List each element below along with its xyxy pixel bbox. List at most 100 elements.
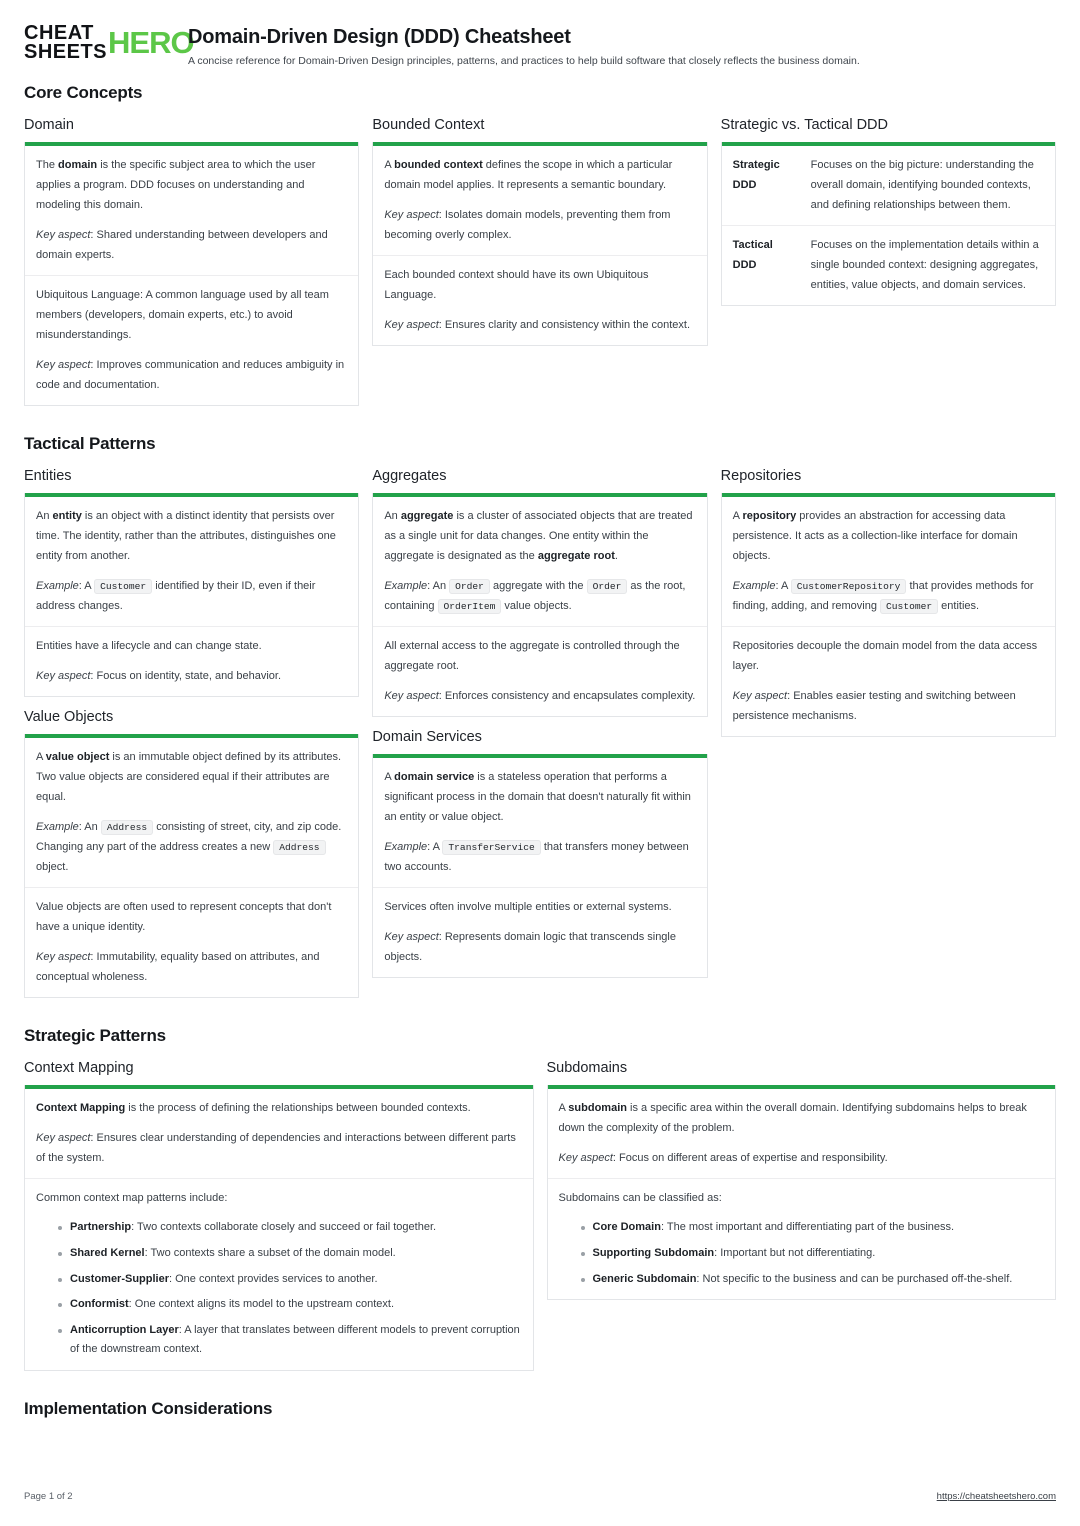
text-fragment: : Enforces consistency and encapsulates … bbox=[438, 690, 696, 703]
emphasis-label: Example bbox=[384, 580, 428, 593]
definition-table: Strategic DDD Focuses on the big picture… bbox=[721, 146, 1055, 305]
paragraph: A repository provides an abstraction for… bbox=[733, 506, 1044, 566]
card-segment: Context Mapping is the process of defini… bbox=[25, 1089, 533, 1180]
inline-code: Address bbox=[100, 820, 154, 836]
card-body: Context Mapping is the process of defini… bbox=[25, 1089, 533, 1370]
list-item: Customer-Supplier: One context provides … bbox=[58, 1270, 522, 1290]
list-item: Supporting Subdomain: Important but not … bbox=[580, 1244, 1045, 1264]
inline-code: Order bbox=[449, 579, 490, 595]
text-fragment: A bbox=[384, 771, 395, 784]
column-domain: Domain The domain is the specific subjec… bbox=[24, 117, 360, 418]
paragraph: A subdomain is a specific area within th… bbox=[559, 1098, 1045, 1138]
card-title-domain-services: Domain Services bbox=[372, 729, 482, 746]
card-segment: The domain is the specific subject area … bbox=[25, 146, 359, 277]
card-block-entities: Entities An entity is an object with a d… bbox=[24, 468, 360, 698]
bold-term: entity bbox=[52, 510, 82, 523]
inline-code: TransferService bbox=[442, 840, 541, 856]
card-segment: Common context map patterns include: Par… bbox=[25, 1179, 533, 1369]
card-segment: Each bounded context should have its own… bbox=[373, 256, 706, 345]
text-fragment: A bbox=[558, 1102, 569, 1115]
paragraph: Key aspect: Ensures clear understanding … bbox=[36, 1128, 522, 1168]
card-segment: Entities have a lifecycle and can change… bbox=[25, 627, 358, 696]
paragraph: The domain is the specific subject area … bbox=[36, 155, 347, 215]
text-fragment: : Focus on different areas of expertise … bbox=[612, 1152, 888, 1165]
bold-term: bounded context bbox=[394, 159, 483, 171]
card-body: The domain is the specific subject area … bbox=[25, 146, 359, 405]
emphasis-label: Key aspect bbox=[384, 319, 439, 332]
table-cell-term: Strategic DDD bbox=[721, 146, 800, 227]
card-segment: A subdomain is a specific area within th… bbox=[547, 1089, 1055, 1180]
text-fragment: The bbox=[36, 159, 59, 171]
card-segment: Subdomains can be classified as: Core Do… bbox=[548, 1179, 1056, 1299]
brand-logo: CHEAT SHEETS HERO bbox=[24, 23, 195, 63]
list-item: Core Domain: The most important and diff… bbox=[580, 1218, 1045, 1238]
text-fragment: A bbox=[384, 159, 395, 171]
card-title-value-objects: Value Objects bbox=[24, 709, 114, 726]
bold-term: domain bbox=[58, 159, 98, 171]
card-repositories: A repository provides an abstraction for… bbox=[720, 493, 1056, 738]
card-segment: A repository provides an abstraction for… bbox=[721, 497, 1055, 628]
brand-accent-text: HERO bbox=[108, 25, 195, 61]
core-concepts-grid: Domain The domain is the specific subjec… bbox=[24, 117, 1056, 418]
card-segment: A bounded context defines the scope in w… bbox=[373, 146, 707, 257]
strategic-patterns-grid: Context Mapping Context Mapping is the p… bbox=[24, 1060, 1056, 1383]
paragraph: Key aspect: Represents domain logic that… bbox=[384, 927, 695, 967]
emphasis-label: Key aspect bbox=[732, 690, 788, 703]
subdomain-type-list: Core Domain: The most important and diff… bbox=[559, 1218, 1045, 1289]
list-item-term: Customer-Supplier bbox=[70, 1272, 170, 1285]
brand-line-2: SHEETS bbox=[24, 40, 108, 63]
card-segment: An entity is an object with a distinct i… bbox=[25, 497, 359, 628]
paragraph: Example: An Address consisting of street… bbox=[36, 817, 347, 877]
text-fragment: : An bbox=[427, 580, 450, 593]
emphasis-label: Key aspect bbox=[36, 359, 91, 372]
list-item: Shared Kernel: Two contexts share a subs… bbox=[58, 1244, 522, 1264]
paragraph: A value object is an immutable object de… bbox=[36, 747, 347, 807]
card-segment: All external access to the aggregate is … bbox=[373, 627, 706, 716]
paragraph: Key aspect: Isolates domain models, prev… bbox=[384, 205, 695, 245]
column-context-mapping: Context Mapping Context Mapping is the p… bbox=[24, 1060, 534, 1383]
emphasis-label: Example bbox=[732, 580, 776, 593]
list-item-term: Conformist bbox=[70, 1298, 129, 1311]
bold-term: value object bbox=[45, 751, 110, 764]
card-domain-services: A domain service is a stateless operatio… bbox=[372, 754, 708, 979]
card-block-bounded-context: Bounded Context A bounded context define… bbox=[372, 117, 708, 347]
card-body: An aggregate is a cluster of associated … bbox=[373, 497, 707, 716]
card-body: A domain service is a stateless operatio… bbox=[373, 758, 707, 977]
list-item: Partnership: Two contexts collaborate cl… bbox=[58, 1218, 522, 1238]
card-title-context-mapping: Context Mapping bbox=[24, 1060, 134, 1077]
inline-code: Customer bbox=[880, 599, 939, 615]
inline-code: OrderItem bbox=[437, 599, 502, 615]
text-fragment: : Ensures clear understanding of depende… bbox=[36, 1132, 516, 1165]
card-body: A bounded context defines the scope in w… bbox=[373, 146, 707, 345]
text-fragment: An bbox=[36, 510, 53, 523]
page-footer: Page 1 of 2 https://cheatsheetshero.com bbox=[24, 1491, 1056, 1502]
site-url-link[interactable]: https://cheatsheetshero.com bbox=[937, 1491, 1056, 1502]
text-fragment: value objects. bbox=[501, 600, 572, 613]
card-title-aggregates: Aggregates bbox=[372, 468, 447, 485]
card-body: An entity is an object with a distinct i… bbox=[25, 497, 359, 696]
paragraph: Repositories decouple the domain model f… bbox=[732, 640, 1038, 673]
paragraph: Key aspect: Immutability, equality based… bbox=[36, 947, 347, 987]
page-title: Domain-Driven Design (DDD) Cheatsheet bbox=[188, 26, 571, 48]
inline-code: Customer bbox=[94, 579, 153, 595]
inline-code: CustomerRepository bbox=[790, 579, 907, 595]
text-fragment: aggregate with the bbox=[489, 580, 587, 593]
inline-code: Order bbox=[586, 579, 628, 595]
paragraph: Example: A CustomerRepository that provi… bbox=[733, 576, 1044, 616]
card-title-repositories: Repositories bbox=[720, 468, 802, 485]
card-body: A value object is an immutable object de… bbox=[25, 738, 359, 997]
card-segment: A domain service is a stateless operatio… bbox=[373, 758, 707, 889]
emphasis-label: Key aspect bbox=[36, 229, 91, 242]
paragraph: A domain service is a stateless operatio… bbox=[384, 767, 695, 827]
bold-term: aggregate root bbox=[537, 550, 615, 563]
card-block-value-objects: Value Objects A value object is an immut… bbox=[24, 709, 360, 999]
paragraph: Context Mapping is the process of defini… bbox=[36, 1098, 522, 1118]
paragraph: Services often involve multiple entities… bbox=[384, 901, 672, 914]
column-aggregates-domain-services: Aggregates An aggregate is a cluster of … bbox=[372, 468, 708, 990]
card-domain: The domain is the specific subject area … bbox=[24, 142, 360, 407]
paragraph: Entities have a lifecycle and can change… bbox=[36, 640, 262, 653]
section-title-strategic-patterns: Strategic Patterns bbox=[24, 1026, 166, 1046]
list-item-term: Core Domain bbox=[592, 1221, 661, 1234]
emphasis-label: Example bbox=[36, 580, 79, 593]
page-number: Page 1 of 2 bbox=[24, 1491, 73, 1502]
